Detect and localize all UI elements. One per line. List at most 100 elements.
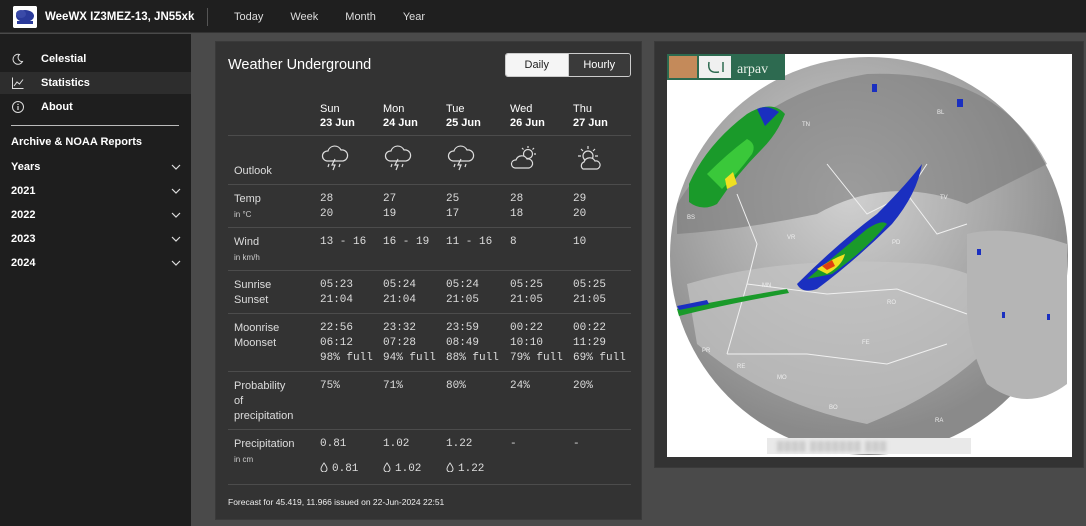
top-bar: WeeWX IZ3MEZ-13, JN55xk Today Week Month…	[0, 0, 1086, 33]
nav-month[interactable]: Month	[345, 11, 376, 23]
city-label: PR	[702, 348, 711, 354]
pop-label-line: precipitation	[234, 410, 294, 422]
nav-year[interactable]: Year	[403, 11, 425, 23]
thunderstorm-icon	[447, 145, 475, 171]
wind-cell: 8	[510, 236, 517, 248]
sunset-time: 21:05	[510, 294, 544, 306]
main-nav: Today Week Month Year	[234, 0, 452, 33]
city-label: RA	[935, 418, 943, 424]
temp-cell: 29 20	[573, 192, 586, 222]
moonrise-time: 23:32	[383, 322, 417, 334]
moon-phase: 88% full	[446, 352, 499, 364]
day-name: Mon	[383, 103, 405, 115]
accordion-label: 2024	[11, 257, 36, 269]
thunderstorm-icon	[384, 145, 412, 171]
wind-cell: 11 - 16	[446, 236, 493, 248]
sidebar-item-about[interactable]: About	[0, 96, 191, 118]
forecast-title: Weather Underground	[228, 57, 372, 73]
temp-row: Temp in °C 28 20 27 19 25 17 28 18 29 20	[228, 184, 631, 227]
accordion-2021[interactable]: 2021	[11, 182, 181, 200]
sunrise-time: 05:23	[320, 279, 354, 291]
nav-today[interactable]: Today	[234, 11, 263, 23]
day-name: Tue	[446, 103, 465, 115]
blurred-text: ████ ███████ ███	[777, 441, 888, 451]
moon-cell: 22:56 06:12 98% full	[320, 321, 373, 366]
moonrise-label: Moonrise	[234, 322, 280, 334]
radar-image[interactable]: TN BL TV VR PD MN RO FE BS PR RE MO BO R…	[667, 54, 1072, 457]
moon-icon	[12, 53, 24, 65]
precip-drop-cell: 1.02	[383, 462, 421, 477]
moonrise-time: 23:59	[446, 322, 480, 334]
accordion-2024[interactable]: 2024	[11, 254, 181, 272]
accordion-label: 2023	[11, 233, 36, 245]
wind-cell: 10	[573, 236, 587, 248]
chevron-down-icon	[171, 260, 181, 266]
pop-label-line: Probability	[234, 380, 286, 392]
forecast-footer: Forecast for 45.419, 11.966 issued on 22…	[228, 497, 445, 507]
chevron-down-icon	[171, 212, 181, 218]
radar-panel: TN BL TV VR PD MN RO FE BS PR RE MO BO R…	[654, 41, 1084, 468]
day-date: 23 Jun	[320, 117, 355, 129]
day-date: 25 Jun	[446, 117, 481, 129]
wind-cell: 13 - 16	[320, 236, 367, 248]
day-date: 26 Jun	[510, 117, 545, 129]
city-label: BS	[687, 215, 695, 221]
precip-label-text: Precipitation	[234, 438, 295, 450]
sun-label: Sunrise Sunset	[234, 278, 271, 308]
hourly-button[interactable]: Hourly	[567, 54, 630, 76]
divider	[207, 8, 208, 26]
accordion-years[interactable]: Years	[11, 158, 181, 176]
temp-low: 20	[573, 208, 587, 220]
accordion-2022[interactable]: 2022	[11, 206, 181, 224]
sun-cell: 05:25 21:05	[573, 278, 606, 308]
moonrise-time: 00:22	[573, 322, 607, 334]
temp-low: 18	[510, 208, 524, 220]
city-label: BO	[829, 405, 838, 411]
precip-cell: 0.81	[320, 438, 347, 450]
precip-cell: -	[573, 438, 580, 450]
moon-phase: 79% full	[510, 352, 563, 364]
nav-week[interactable]: Week	[290, 11, 318, 23]
precip-row: Precipitation in cm 0.81 1.02 1.22 - - 0.…	[228, 429, 631, 485]
temp-cell: 27 19	[383, 192, 396, 222]
day-header: Wed 26 Jun	[510, 102, 545, 130]
city-label: TV	[940, 195, 948, 201]
pop-cell: 20%	[573, 380, 593, 392]
city-label: BL	[937, 110, 945, 116]
sun-row: Sunrise Sunset 05:23 21:04 05:24 21:04 05:2…	[228, 270, 631, 313]
day-header: Mon 24 Jun	[383, 102, 418, 130]
temp-unit: in °C	[234, 210, 252, 219]
moon-cell: 23:59 08:49 88% full	[446, 321, 499, 366]
city-label: VR	[787, 235, 796, 241]
brand[interactable]: WeeWX IZ3MEZ-13, JN55xk	[13, 5, 194, 29]
precip-unit: in cm	[234, 455, 254, 464]
moonrise-time: 00:22	[510, 322, 544, 334]
accordion-label: Years	[11, 161, 41, 173]
moonset-time: 08:49	[446, 337, 480, 349]
precip-drop-cell: 0.81	[320, 462, 358, 477]
city-label: MO	[777, 375, 787, 381]
moonset-time: 07:28	[383, 337, 417, 349]
day-name: Wed	[510, 103, 533, 115]
raindrop-icon	[320, 462, 328, 472]
sidebar: Celestial Statistics About Archive & NOA…	[0, 34, 191, 526]
accordion-2023[interactable]: 2023	[11, 230, 181, 248]
city-label: RO	[887, 300, 896, 306]
sun-cell: 05:24 21:04	[383, 278, 416, 308]
precip-drop-value: 1.22	[458, 463, 485, 475]
day-header: Tue 25 Jun	[446, 102, 481, 130]
sunrise-time: 05:24	[383, 279, 417, 291]
sidebar-item-statistics[interactable]: Statistics	[0, 72, 191, 94]
daily-button[interactable]: Daily	[506, 54, 568, 76]
wind-unit: in km/h	[234, 253, 260, 262]
outlook-row: Outlook	[228, 135, 631, 184]
moon-cell: 23:32 07:28 94% full	[383, 321, 436, 366]
brand-name: WeeWX IZ3MEZ-13, JN55xk	[45, 11, 195, 23]
chevron-down-icon	[171, 188, 181, 194]
sunset-time: 21:04	[383, 294, 417, 306]
pop-row: Probability of precipitation 75% 71% 80% 2…	[228, 371, 631, 429]
sunrise-time: 05:25	[510, 279, 544, 291]
temp-cell: 25 17	[446, 192, 459, 222]
sidebar-item-celestial[interactable]: Celestial	[0, 48, 191, 70]
radar-timestamp-bar: ████ ███████ ███	[767, 438, 971, 454]
